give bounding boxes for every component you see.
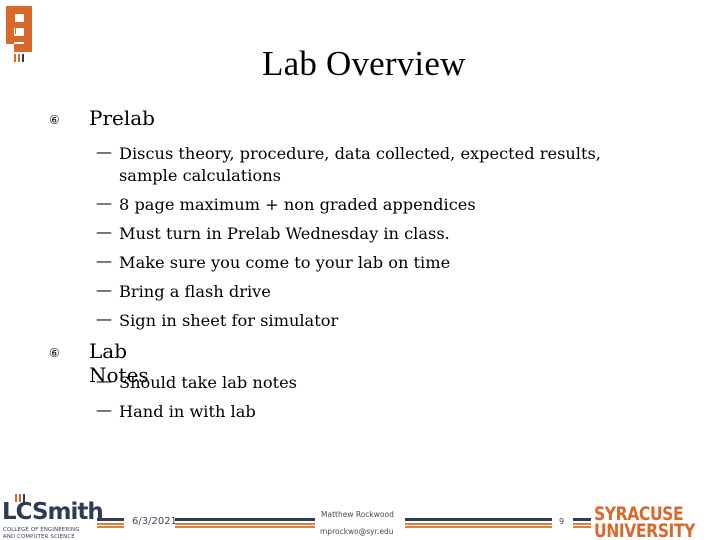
list-item: 8 page maximum + non graded appendices bbox=[119, 195, 476, 214]
dash-icon: — bbox=[96, 251, 112, 270]
lcsmith-wordmark: LCSmith bbox=[2, 499, 104, 525]
list-item: Discus theory, procedure, data collected… bbox=[119, 144, 601, 163]
dash-icon: — bbox=[96, 371, 112, 390]
footer-author: Matthew Rockwood bbox=[321, 510, 394, 519]
syracuse-wordmark-line2: UNIVERSITY bbox=[594, 520, 696, 540]
footer-stripe bbox=[573, 518, 591, 528]
circled-six-icon: ⑥ bbox=[49, 113, 60, 127]
page-number: 9 bbox=[559, 517, 565, 526]
section-heading-prelab: Prelab bbox=[89, 106, 155, 130]
list-item: Make sure you come to your lab on time bbox=[119, 253, 451, 272]
dash-icon: — bbox=[96, 309, 112, 328]
dash-icon: — bbox=[96, 280, 112, 299]
list-item: Must turn in Prelab Wednesday in class. bbox=[119, 224, 450, 243]
dash-icon: — bbox=[96, 193, 112, 212]
dash-icon: — bbox=[96, 400, 112, 419]
lcsmith-subtitle-2: AND COMPUTER SCIENCE bbox=[3, 534, 75, 540]
list-item: Hand in with lab bbox=[119, 402, 256, 421]
lcsmith-logo: LCSmith COLLEGE OF ENGINEERING AND COMPU… bbox=[2, 494, 104, 540]
footer-stripe bbox=[175, 518, 315, 528]
lcsmith-subtitle-1: COLLEGE OF ENGINEERING bbox=[3, 527, 80, 533]
footer-email: mprockwo@syr.edu bbox=[320, 527, 394, 536]
list-item: Should take lab notes bbox=[119, 373, 297, 392]
footer-stripe bbox=[405, 518, 552, 528]
dash-icon: — bbox=[96, 142, 112, 161]
footer-stripe bbox=[97, 518, 124, 528]
list-item: Bring a flash drive bbox=[119, 282, 271, 301]
footer-date: 6/3/2021 bbox=[132, 516, 177, 527]
dash-icon: — bbox=[96, 222, 112, 241]
circled-six-icon: ⑥ bbox=[49, 346, 60, 360]
list-item: Sign in sheet for simulator bbox=[119, 311, 339, 330]
slide-title: Lab Overview bbox=[262, 44, 466, 83]
list-item-continuation: sample calculations bbox=[119, 166, 281, 185]
